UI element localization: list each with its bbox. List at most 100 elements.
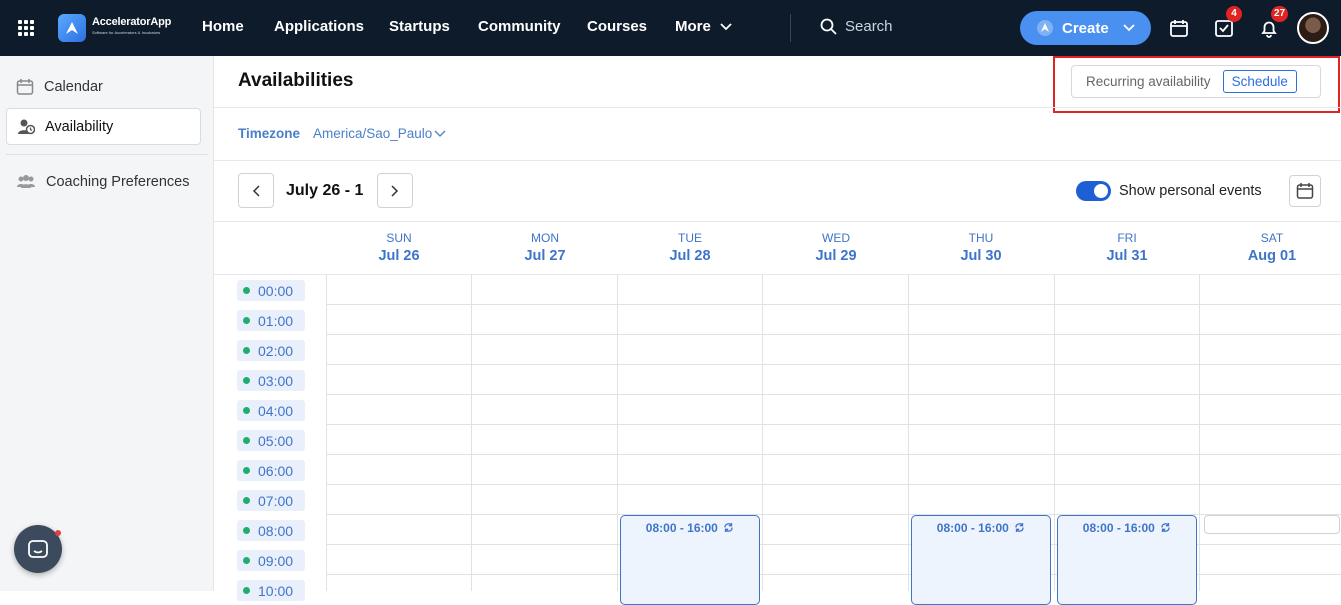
available-dot	[243, 497, 250, 504]
day-date: Jul 26	[378, 248, 420, 264]
day-name: TUE	[678, 231, 702, 245]
nav-more[interactable]: More	[675, 18, 732, 35]
time-text: 03:00	[258, 372, 294, 389]
grid-line	[326, 304, 1341, 305]
timezone-label: Timezone	[238, 126, 301, 141]
availability-icon	[18, 119, 35, 134]
time-label: 06:00	[237, 460, 305, 481]
bell-icon[interactable]: 27	[1259, 6, 1289, 38]
chevron-left-icon	[252, 184, 260, 197]
available-dot	[243, 467, 250, 474]
day-header-sun: SUN Jul 26	[326, 231, 472, 264]
notifications-badge: 27	[1271, 6, 1289, 22]
sidebar: Calendar Availability Coaching Preferenc…	[0, 56, 214, 591]
event-time: 08:00 - 16:00	[1082, 521, 1155, 535]
day-header-fri: FRI Jul 31	[1054, 231, 1200, 264]
nav-home[interactable]: Home	[202, 18, 244, 35]
brand-name: AcceleratorApp	[92, 16, 172, 28]
date-picker-button[interactable]	[1289, 175, 1321, 207]
sidebar-divider	[6, 154, 208, 155]
create-button[interactable]: Create	[1020, 11, 1151, 45]
day-date: Aug 01	[1247, 248, 1297, 264]
grid-line	[326, 484, 1341, 485]
nav-divider	[790, 14, 791, 42]
sidebar-item-availability[interactable]: Availability	[6, 108, 201, 145]
time-label: 01:00	[237, 310, 305, 331]
available-dot	[243, 557, 250, 564]
create-label: Create	[1062, 19, 1109, 37]
nav-courses[interactable]: Courses	[587, 18, 647, 35]
sidebar-item-coaching-preferences[interactable]: Coaching Preferences	[6, 163, 201, 200]
availability-event-sat[interactable]	[1204, 515, 1340, 534]
tasks-icon[interactable]: 4	[1214, 6, 1242, 38]
calendar-icon[interactable]	[1169, 18, 1189, 38]
available-dot	[243, 347, 250, 354]
repeat-icon	[1015, 523, 1024, 532]
nav-startups[interactable]: Startups	[389, 18, 450, 35]
time-text: 00:00	[258, 282, 294, 299]
time-label: 03:00	[237, 370, 305, 391]
available-dot	[243, 437, 250, 444]
day-date: Jul 27	[524, 248, 566, 264]
available-dot	[243, 527, 250, 534]
nav-more-label: More	[675, 18, 711, 35]
time-text: 02:00	[258, 342, 294, 359]
day-date: Jul 29	[815, 248, 857, 264]
search-label: Search	[845, 18, 893, 35]
day-header-sat: SAT Aug 01	[1199, 231, 1341, 264]
time-text: 08:00	[258, 522, 294, 539]
time-label: 04:00	[237, 400, 305, 421]
time-label: 00:00	[237, 280, 305, 301]
grid-line	[326, 424, 1341, 425]
people-icon	[17, 174, 35, 188]
apps-grid-icon[interactable]	[18, 20, 34, 36]
rocket-icon	[1037, 20, 1053, 36]
highlight-box	[1053, 56, 1340, 113]
chevron-down-icon	[1123, 24, 1135, 32]
time-text: 05:00	[258, 432, 294, 449]
brand-tagline: Software for Accelerators & Incubators	[92, 30, 161, 35]
availability-event-thu[interactable]: 08:00 - 16:00	[911, 515, 1051, 605]
event-time: 08:00 - 16:00	[936, 521, 1009, 535]
chat-icon	[28, 540, 48, 558]
brand[interactable]: AcceleratorApp Software for Accelerators…	[92, 16, 171, 35]
calendar-icon	[16, 78, 34, 95]
chevron-down-icon	[434, 130, 446, 137]
nav-applications[interactable]: Applications	[274, 18, 364, 35]
time-text: 09:00	[258, 552, 294, 569]
time-label: 07:00	[237, 490, 305, 511]
avatar[interactable]	[1297, 12, 1329, 44]
day-name: FRI	[1117, 231, 1137, 245]
search-button[interactable]: Search	[820, 18, 893, 35]
event-time: 08:00 - 16:00	[645, 521, 718, 535]
sidebar-item-calendar[interactable]: Calendar	[6, 68, 201, 105]
chevron-down-icon	[720, 23, 732, 31]
day-header-thu: THU Jul 30	[908, 231, 1054, 264]
personal-events-label: Show personal events	[1119, 183, 1262, 199]
time-text: 07:00	[258, 492, 294, 509]
sidebar-item-label: Calendar	[44, 78, 103, 95]
day-name: THU	[968, 231, 994, 245]
availability-event-fri[interactable]: 08:00 - 16:00	[1057, 515, 1197, 605]
divider	[214, 221, 1341, 222]
available-dot	[243, 377, 250, 384]
personal-events-toggle[interactable]	[1076, 181, 1111, 201]
availability-event-tue[interactable]: 08:00 - 16:00	[620, 515, 760, 605]
time-label: 09:00	[237, 550, 305, 571]
sidebar-item-label: Availability	[45, 118, 114, 135]
next-week-button[interactable]	[377, 173, 413, 208]
time-label: 08:00	[237, 520, 305, 541]
prev-week-button[interactable]	[238, 173, 274, 208]
day-header-tue: TUE Jul 28	[617, 231, 763, 264]
day-name: SAT	[1260, 231, 1284, 245]
tasks-badge: 4	[1226, 6, 1242, 22]
brand-logo-icon[interactable]	[58, 14, 86, 42]
available-dot	[243, 407, 250, 414]
main-content: Availabilities Recurring availability Sc…	[214, 56, 1341, 605]
day-header-wed: WED Jul 29	[763, 231, 909, 264]
repeat-icon	[724, 523, 733, 532]
timezone-select[interactable]: America/Sao_Paulo	[313, 126, 446, 141]
page-title: Availabilities	[238, 70, 354, 91]
nav-community[interactable]: Community	[478, 18, 561, 35]
calendar-icon	[1296, 183, 1314, 199]
